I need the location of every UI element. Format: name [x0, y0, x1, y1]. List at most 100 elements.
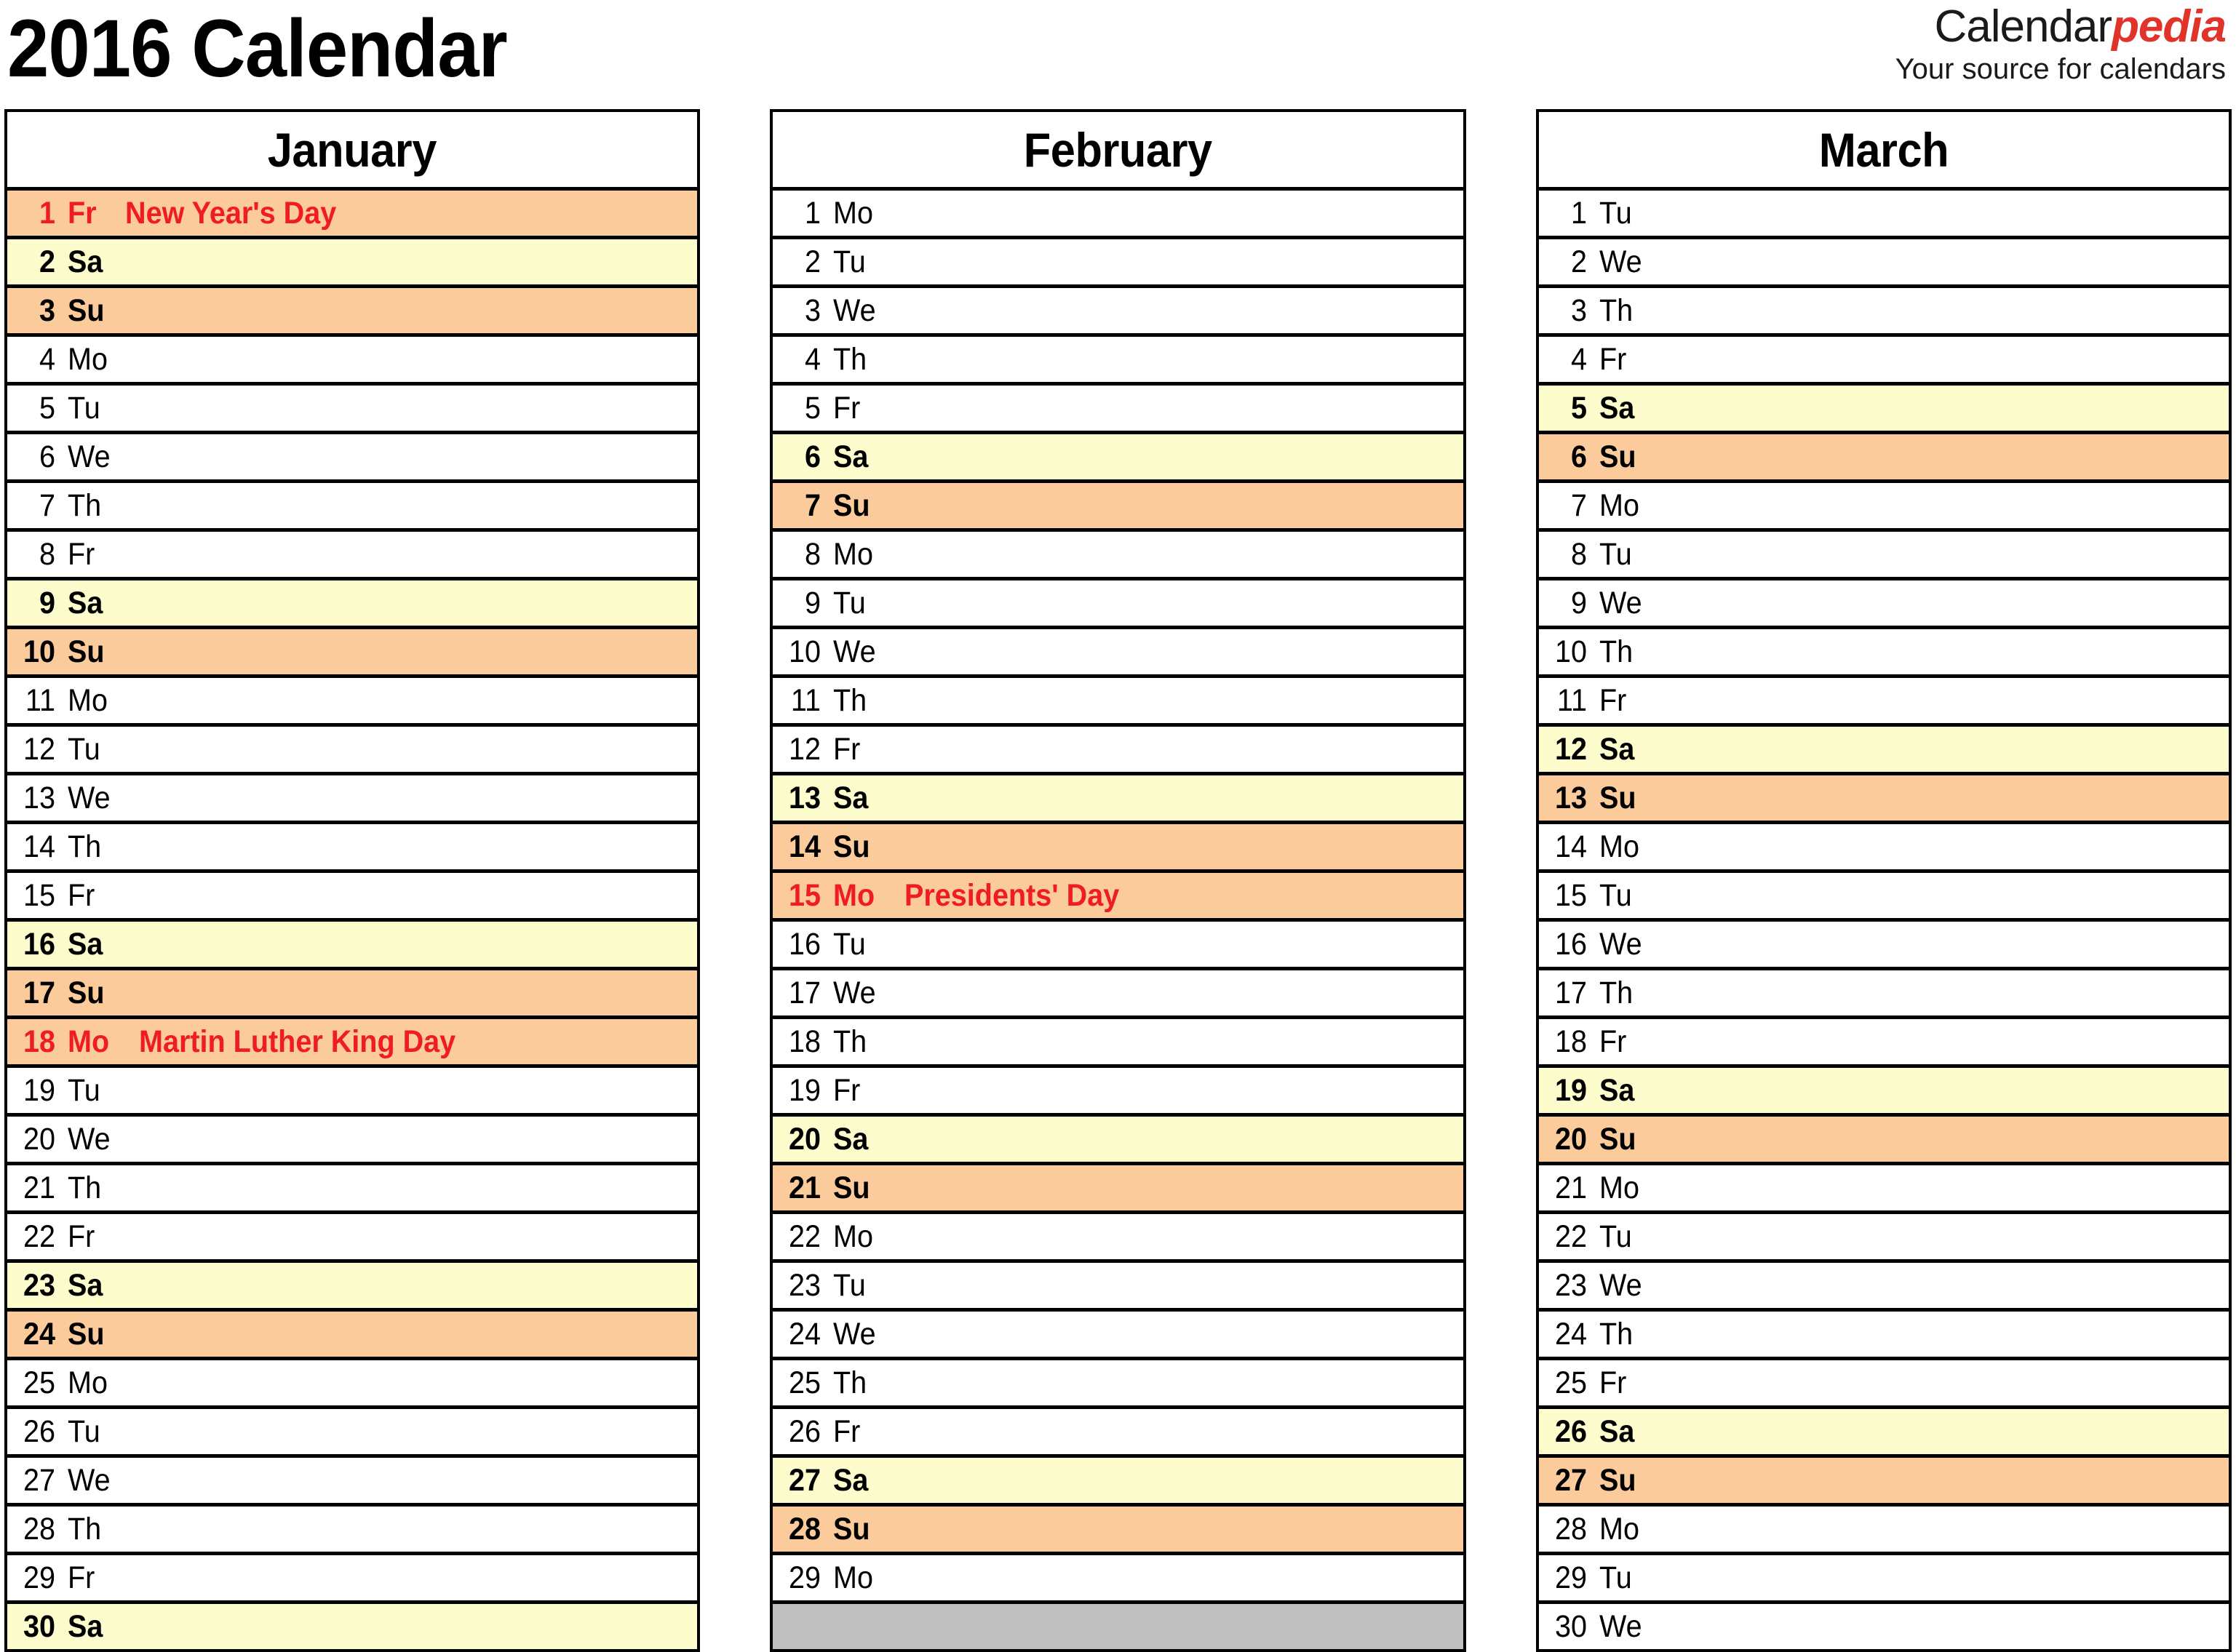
day-row[interactable]: 30 Sa	[7, 1604, 698, 1652]
day-row[interactable]: 24 Su	[7, 1312, 698, 1360]
day-row[interactable]: 17 Su	[7, 970, 698, 1019]
day-row[interactable]: 22 Mo	[773, 1214, 1463, 1263]
day-row[interactable]: 11 Fr	[1538, 678, 2229, 727]
day-row[interactable]: 20 Su	[1538, 1117, 2229, 1165]
day-row[interactable]: 30 We	[1538, 1604, 2229, 1652]
day-row[interactable]: 3 We	[773, 288, 1463, 337]
day-row[interactable]: 12 Sa	[1538, 727, 2229, 775]
day-row[interactable]: 6 Sa	[773, 434, 1463, 483]
day-row[interactable]: 5 Sa	[1538, 386, 2229, 434]
weekday-abbrev: Sa	[833, 781, 869, 815]
day-row[interactable]: 8 Tu	[1538, 532, 2229, 580]
weekday-abbrev: Su	[68, 975, 105, 1010]
day-row[interactable]: 10 We	[773, 629, 1463, 678]
day-row[interactable]: 26 Sa	[1538, 1409, 2229, 1458]
day-row[interactable]: 10 Su	[7, 629, 698, 678]
day-row[interactable]: 29 Mo	[773, 1555, 1463, 1604]
day-row[interactable]: 13 We	[7, 775, 698, 824]
day-row[interactable]: 7 Su	[773, 483, 1463, 532]
day-row[interactable]: 1 Tu	[1538, 191, 2229, 239]
day-row[interactable]: 9 Sa	[7, 580, 698, 629]
day-row[interactable]: 20 Sa	[773, 1117, 1463, 1165]
day-row[interactable]: 15 Mo Presidents' Day	[773, 873, 1463, 922]
day-row[interactable]: 13 Sa	[773, 775, 1463, 824]
day-row[interactable]: 29 Fr	[7, 1555, 698, 1604]
day-row[interactable]: 26 Tu	[7, 1409, 698, 1458]
day-row[interactable]: 21 Mo	[1538, 1165, 2229, 1214]
day-row[interactable]: 8 Mo	[773, 532, 1463, 580]
day-row[interactable]: 23 Sa	[7, 1263, 698, 1312]
day-row[interactable]: 2 We	[1538, 239, 2229, 288]
day-row[interactable]: 4 Mo	[7, 337, 698, 386]
day-row[interactable]: 21 Su	[773, 1165, 1463, 1214]
day-row[interactable]: 14 Th	[7, 824, 698, 873]
day-row[interactable]: 21 Th	[7, 1165, 698, 1214]
day-row[interactable]: 13 Su	[1538, 775, 2229, 824]
day-row[interactable]: 11 Th	[773, 678, 1463, 727]
day-row[interactable]: 19 Tu	[7, 1068, 698, 1117]
day-row[interactable]: 2 Sa	[7, 239, 698, 288]
day-row[interactable]: 19 Sa	[1538, 1068, 2229, 1117]
day-row[interactable]: 20 We	[7, 1117, 698, 1165]
day-row[interactable]: 25 Fr	[1538, 1360, 2229, 1409]
day-row-filler[interactable]	[773, 1604, 1463, 1652]
day-row[interactable]: 12 Tu	[7, 727, 698, 775]
day-row[interactable]: 10 Th	[1538, 629, 2229, 678]
day-number: 4	[805, 342, 821, 377]
day-row[interactable]: 7 Mo	[1538, 483, 2229, 532]
day-row[interactable]: 14 Su	[773, 824, 1463, 873]
day-row[interactable]: 24 We	[773, 1312, 1463, 1360]
day-row[interactable]: 6 Su	[1538, 434, 2229, 483]
day-row[interactable]: 28 Th	[7, 1507, 698, 1555]
day-row[interactable]: 26 Fr	[773, 1409, 1463, 1458]
day-row[interactable]: 9 Tu	[773, 580, 1463, 629]
day-row[interactable]: 16 Tu	[773, 922, 1463, 970]
day-row[interactable]: 23 Tu	[773, 1263, 1463, 1312]
brand-word-calendar: Calendar	[1934, 1, 2112, 52]
weekday-abbrev: Tu	[1599, 196, 1632, 231]
day-row[interactable]: 18 Fr	[1538, 1019, 2229, 1068]
day-row[interactable]: 1 Mo	[773, 191, 1463, 239]
day-row[interactable]: 16 Sa	[7, 922, 698, 970]
day-row[interactable]: 9 We	[1538, 580, 2229, 629]
day-row[interactable]: 3 Th	[1538, 288, 2229, 337]
day-row[interactable]: 27 Sa	[773, 1458, 1463, 1507]
day-row[interactable]: 3 Su	[7, 288, 698, 337]
day-row[interactable]: 17 Th	[1538, 970, 2229, 1019]
day-row[interactable]: 11 Mo	[7, 678, 698, 727]
day-row[interactable]: 4 Th	[773, 337, 1463, 386]
day-row[interactable]: 27 We	[7, 1458, 698, 1507]
day-row[interactable]: 28 Mo	[1538, 1507, 2229, 1555]
day-row[interactable]: 7 Th	[7, 483, 698, 532]
day-row[interactable]: 18 Mo Martin Luther King Day	[7, 1019, 698, 1068]
day-row[interactable]: 2 Tu	[773, 239, 1463, 288]
day-row[interactable]: 25 Th	[773, 1360, 1463, 1409]
day-row[interactable]: 25 Mo	[7, 1360, 698, 1409]
day-row[interactable]: 23 We	[1538, 1263, 2229, 1312]
day-row[interactable]: 5 Fr	[773, 386, 1463, 434]
weekday-abbrev: Sa	[833, 439, 869, 474]
day-row[interactable]: 16 We	[1538, 922, 2229, 970]
day-row[interactable]: 29 Tu	[1538, 1555, 2229, 1604]
day-row[interactable]: 6 We	[7, 434, 698, 483]
weekday-abbrev: Tu	[68, 1073, 100, 1108]
day-row[interactable]: 27 Su	[1538, 1458, 2229, 1507]
day-number: 9	[39, 586, 55, 621]
day-row[interactable]: 12 Fr	[773, 727, 1463, 775]
day-row[interactable]: 17 We	[773, 970, 1463, 1019]
day-row[interactable]: 22 Fr	[7, 1214, 698, 1263]
day-row[interactable]: 24 Th	[1538, 1312, 2229, 1360]
day-row[interactable]: 28 Su	[773, 1507, 1463, 1555]
day-row[interactable]: 15 Fr	[7, 873, 698, 922]
day-row[interactable]: 8 Fr	[7, 532, 698, 580]
day-row[interactable]: 14 Mo	[1538, 824, 2229, 873]
day-row[interactable]: 15 Tu	[1538, 873, 2229, 922]
day-row[interactable]: 18 Th	[773, 1019, 1463, 1068]
weekday-abbrev: Su	[68, 1317, 105, 1352]
day-row[interactable]: 4 Fr	[1538, 337, 2229, 386]
day-row[interactable]: 22 Tu	[1538, 1214, 2229, 1263]
day-row[interactable]: 1 Fr New Year's Day	[7, 191, 698, 239]
day-row[interactable]: 5 Tu	[7, 386, 698, 434]
day-row[interactable]: 19 Fr	[773, 1068, 1463, 1117]
day-number: 5	[1570, 391, 1587, 426]
